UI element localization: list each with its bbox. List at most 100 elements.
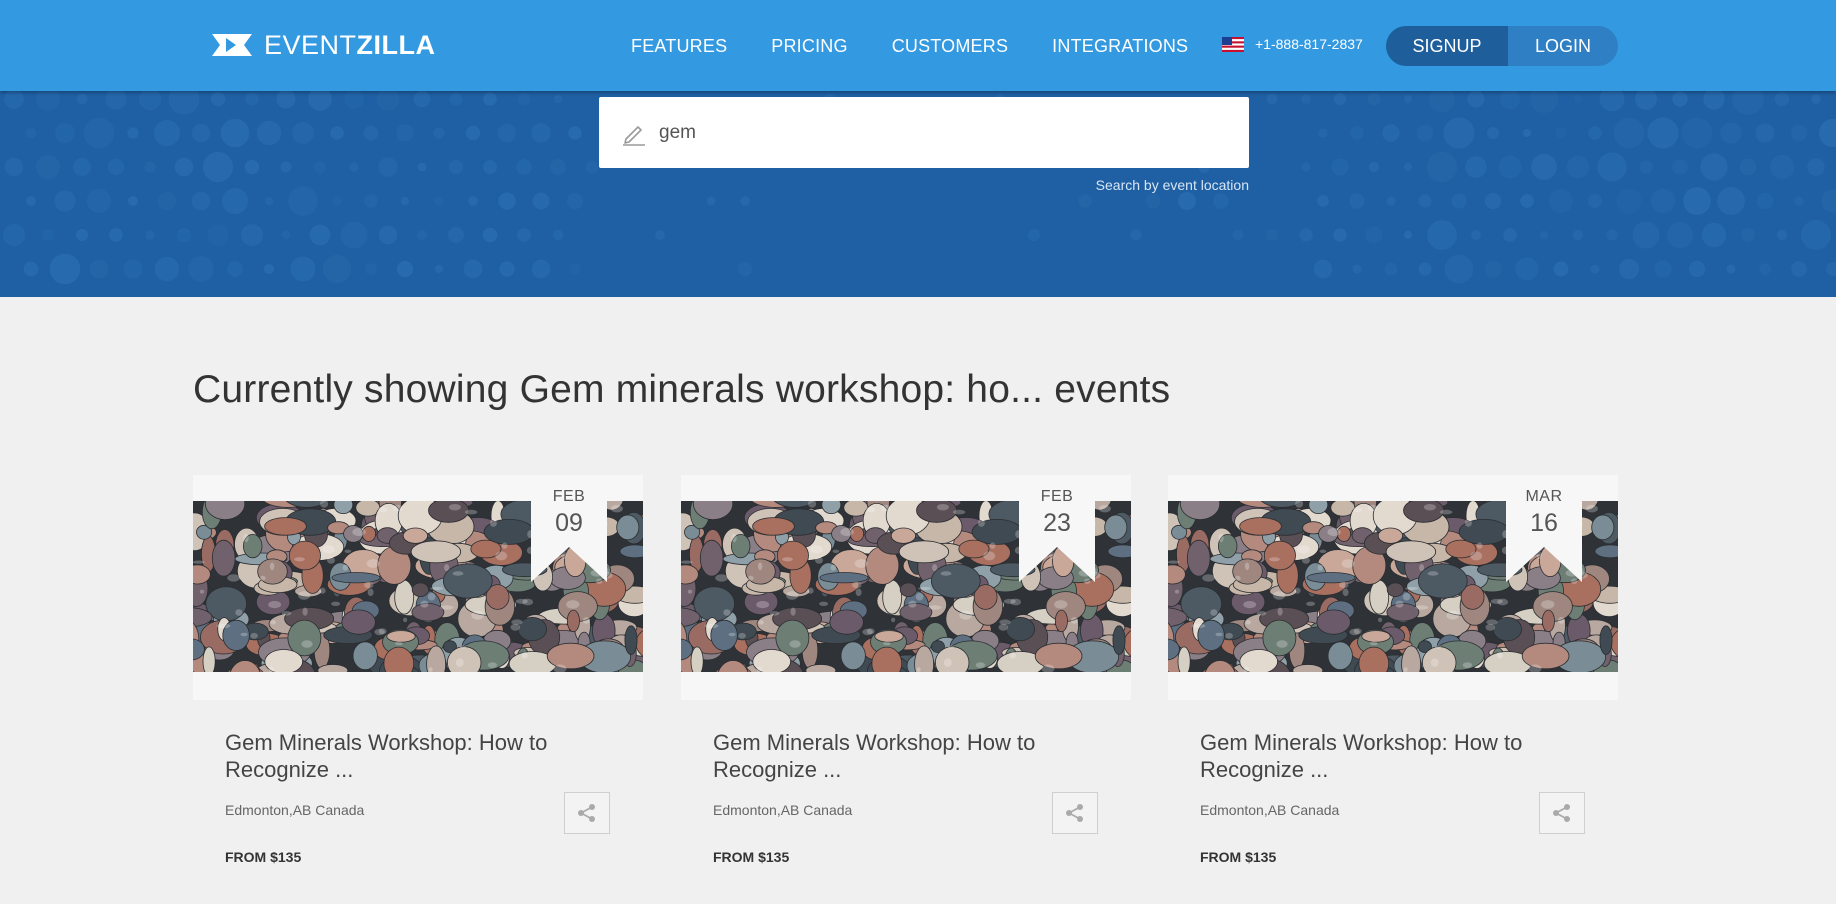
pebble-highlight [1476,542,1483,549]
pebble-highlight [880,504,891,511]
pebble-highlight [259,575,266,581]
pebble-highlight [1003,598,1016,604]
event-title[interactable]: Gem Minerals Workshop: How to Recognize … [225,729,615,783]
pebble [1262,619,1297,657]
date-day: 16 [1530,509,1558,537]
background-dot [365,263,377,275]
background-dot [1639,160,1653,174]
pebble-highlight [1277,607,1283,616]
background-dot [1301,94,1311,104]
pebble-highlight [1403,667,1408,672]
pebble-highlight [235,609,243,616]
signup-button[interactable]: SIGNUP [1386,26,1508,66]
background-dot [1588,194,1602,208]
background-dot [482,227,498,243]
pebble-highlight [1342,588,1349,597]
background-dot [1145,193,1161,209]
pebble-highlight [1168,560,1180,564]
pebble-highlight [501,542,508,549]
pebble [752,517,795,536]
pebble-highlight [489,519,497,527]
pebble [402,527,428,544]
background-dot [1470,229,1482,241]
nav-integrations[interactable]: INTEGRATIONS [1052,34,1188,58]
event-card[interactable]: MAR 16 Gem Minerals Workshop: How to Rec… [1168,475,1618,875]
pebble-highlight [452,571,464,576]
background-dot [517,228,531,242]
background-dot [154,256,180,282]
background-dot [1790,124,1808,142]
pebble [1541,609,1555,633]
share-icon [1066,804,1083,822]
search-by-location-link[interactable]: Search by event location [1096,177,1249,193]
share-button[interactable] [1052,792,1098,834]
nav-features[interactable]: FEATURES [631,34,727,58]
background-dot [1726,264,1736,274]
pebble [1403,501,1445,523]
pebble [1107,544,1131,559]
background-dot [1599,91,1625,112]
login-button[interactable]: LOGIN [1508,26,1618,66]
background-dot [1232,229,1244,241]
share-button[interactable] [1539,792,1585,834]
background-dot [1130,229,1142,241]
event-card[interactable]: FEB 09 Gem Minerals Workshop: How to Rec… [193,475,643,875]
pebble-highlight [610,505,623,513]
background-dot [1333,92,1347,106]
background-dot [145,230,155,240]
background-dot [109,228,123,242]
pebble-highlight [444,564,450,572]
nav-customers[interactable]: CUSTOMERS [892,34,1008,58]
pebble-highlight [1174,589,1180,594]
pebble [411,582,429,597]
pebble-highlight [952,509,966,515]
background-dot [1299,228,1313,242]
background-dot [1606,229,1618,241]
background-dot [245,92,259,106]
pebble [616,514,640,541]
pebble [1521,642,1570,670]
pencil-icon [623,125,645,146]
background-dot [1529,91,1559,114]
background-dot [434,196,444,206]
pebble [930,563,981,599]
search-input[interactable] [657,120,1221,145]
background-dot [413,91,431,108]
background-dot [176,227,192,243]
pebble-highlight [1210,609,1218,616]
background-dot [1688,260,1706,278]
background-dot [1701,222,1727,248]
pebble-highlight [840,527,854,537]
pebble-highlight [1296,545,1310,554]
eventzilla-logo[interactable]: EVENTZILLA [212,30,436,60]
event-title[interactable]: Gem Minerals Workshop: How to Recognize … [1200,729,1590,783]
pebble-highlight [566,600,580,609]
background-dot [468,196,478,206]
background-dot [128,196,138,206]
event-card[interactable]: FEB 23 Gem Minerals Workshop: How to Rec… [681,475,1131,875]
background-dot [416,229,428,241]
background-dot [396,124,414,142]
pebble-highlight [1353,628,1362,635]
background-dot [168,91,200,115]
background-dot [1681,117,1713,149]
pebble-highlight [681,560,693,564]
event-title[interactable]: Gem Minerals Workshop: How to Recognize … [713,729,1103,783]
pebble-highlight [769,611,780,616]
pebble-highlight [891,617,896,623]
background-dot [1618,258,1640,280]
share-button[interactable] [564,792,610,834]
background-dot [1403,230,1413,240]
pebble-highlight [1402,592,1411,601]
background-dot [1549,189,1573,213]
pebble [1177,646,1191,672]
nav-pricing[interactable]: PRICING [771,34,847,58]
background-dot [376,91,400,111]
event-media: FEB 23 [681,475,1131,700]
background-dot [1672,159,1688,175]
search-bar[interactable] [599,97,1249,168]
pebble [699,539,724,577]
pebble-highlight [392,504,403,511]
pebble [898,540,950,564]
phone-contact[interactable]: +1-888-817-2837 [1222,36,1363,52]
